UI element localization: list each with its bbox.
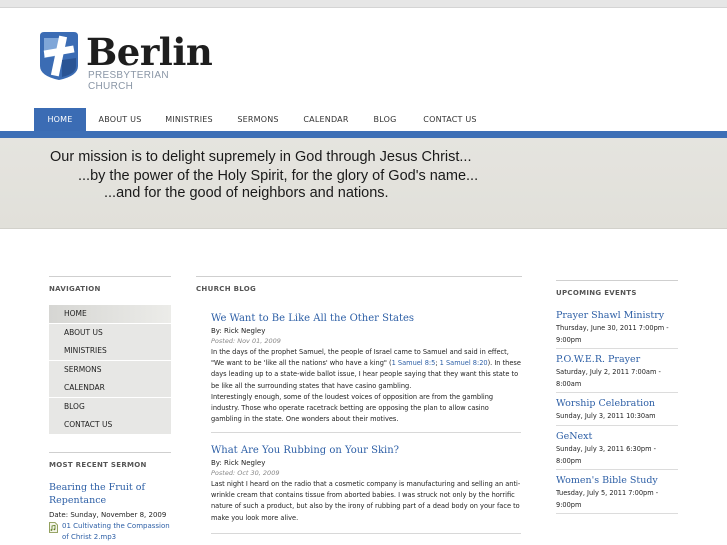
event-item: Prayer Shawl Ministry Thursday, June 30,… <box>556 309 678 346</box>
event-item: Women's Bible Study Tuesday, July 5, 201… <box>556 474 678 511</box>
sidebar-item-calendar[interactable]: CALENDAR <box>49 379 171 397</box>
blog-title: CHURCH BLOG <box>196 285 257 293</box>
event-title-link[interactable]: GeNext <box>556 430 678 443</box>
sidebar-item-sermons[interactable]: SERMONS <box>49 360 171 379</box>
event-divider <box>556 469 678 470</box>
scripture-link[interactable]: 1 Samuel 8:5 <box>392 359 436 367</box>
top-strip <box>0 0 727 8</box>
event-divider <box>556 513 678 514</box>
event-date: Saturday, July 2, 2011 7:00am - 8:00am <box>556 368 661 388</box>
logo-subtitle: PRESBYTERIAN CHURCH <box>88 70 169 92</box>
sermon-rule <box>49 452 171 453</box>
post-divider <box>211 432 521 433</box>
nav-home[interactable]: HOME <box>34 108 86 132</box>
nav-accent-bar <box>0 131 727 138</box>
mission-banner: Our mission is to delight supremely in G… <box>0 138 727 229</box>
post-author: By: Rick Negley <box>211 327 266 335</box>
event-divider <box>556 425 678 426</box>
sermon-file-link[interactable]: 01 Cultivating the Compassion of Christ … <box>62 521 174 543</box>
sidebar-item-blog[interactable]: BLOG <box>49 397 171 416</box>
nav-about-us[interactable]: ABOUT US <box>93 108 147 132</box>
nav-blog[interactable]: BLOG <box>366 108 404 132</box>
post-author: By: Rick Negley <box>211 459 266 467</box>
nav-calendar[interactable]: CALENDAR <box>298 108 354 132</box>
event-item: P.O.W.E.R. Prayer Saturday, July 2, 2011… <box>556 353 678 390</box>
scripture-link[interactable]: 1 Samuel 8:20 <box>440 359 488 367</box>
blog-post: We Want to Be Like All the Other States … <box>211 312 521 425</box>
sermon-title-link[interactable]: Bearing the Fruit of Repentance <box>49 481 174 507</box>
sermon-section-title: MOST RECENT SERMON <box>49 461 147 469</box>
event-title-link[interactable]: P.O.W.E.R. Prayer <box>556 353 678 366</box>
post-text: Interestingly enough, some of the loudes… <box>211 392 494 424</box>
sidebar-item-ministries[interactable]: MINISTRIES <box>49 342 171 360</box>
nav-contact-us[interactable]: CONTACT US <box>418 108 482 132</box>
sidebar-item-home[interactable]: HOME <box>49 305 171 323</box>
mission-line-2: ...by the power of the Holy Spirit, for … <box>78 168 479 184</box>
logo-name: Berlin <box>86 30 213 74</box>
event-title-link[interactable]: Worship Celebration <box>556 397 678 410</box>
blog-post: What Are You Rubbing on Your Skin? By: R… <box>211 444 521 524</box>
post-date: Posted: Nov 01, 2009 <box>211 337 281 345</box>
audio-file-icon <box>49 522 58 533</box>
cross-logo-icon <box>40 32 78 80</box>
sermon-date: Date: Sunday, November 8, 2009 <box>49 511 167 519</box>
event-date: Thursday, June 30, 2011 7:00pm - 9:00pm <box>556 324 669 344</box>
event-divider <box>556 392 678 393</box>
mission-line-1: Our mission is to delight supremely in G… <box>50 149 472 165</box>
post-title-link[interactable]: We Want to Be Like All the Other States <box>211 312 521 326</box>
sidebar-nav-title: NAVIGATION <box>49 285 101 293</box>
event-divider <box>556 348 678 349</box>
sidebar-item-about-us[interactable]: ABOUT US <box>49 323 171 342</box>
event-date: Sunday, July 3, 2011 6:30pm - 8:00pm <box>556 445 656 465</box>
blog-rule <box>196 276 522 277</box>
events-title: UPCOMING EVENTS <box>556 289 637 297</box>
event-title-link[interactable]: Prayer Shawl Ministry <box>556 309 678 322</box>
post-body: In the days of the prophet Samuel, the p… <box>211 347 521 425</box>
event-date: Sunday, July 3, 2011 10:30am <box>556 412 656 420</box>
event-title-link[interactable]: Women's Bible Study <box>556 474 678 487</box>
event-date: Tuesday, July 5, 2011 7:00pm - 9:00pm <box>556 489 659 509</box>
post-divider <box>211 533 521 534</box>
post-title-link[interactable]: What Are You Rubbing on Your Skin? <box>211 444 521 458</box>
sidebar-rule <box>49 276 171 277</box>
event-item: GeNext Sunday, July 3, 2011 6:30pm - 8:0… <box>556 430 678 467</box>
main-nav: HOME ABOUT US MINISTRIES SERMONS CALENDA… <box>0 108 727 132</box>
nav-ministries[interactable]: MINISTRIES <box>160 108 218 132</box>
sidebar-item-contact-us[interactable]: CONTACT US <box>49 416 171 434</box>
post-body: Last night I heard on the radio that a c… <box>211 480 521 522</box>
nav-sermons[interactable]: SERMONS <box>232 108 284 132</box>
events-rule <box>556 280 678 281</box>
site-header: Berlin PRESBYTERIAN CHURCH <box>0 8 727 108</box>
event-item: Worship Celebration Sunday, July 3, 2011… <box>556 397 678 423</box>
mission-line-3: ...and for the good of neighbors and nat… <box>104 185 389 201</box>
post-date: Posted: Oct 30, 2009 <box>211 469 280 477</box>
sermon-file: 01 Cultivating the Compassion of Christ … <box>49 521 174 543</box>
site-logo[interactable]: Berlin PRESBYTERIAN CHURCH <box>36 30 216 92</box>
sidebar-nav: HOME ABOUT US MINISTRIES SERMONS CALENDA… <box>49 305 171 435</box>
